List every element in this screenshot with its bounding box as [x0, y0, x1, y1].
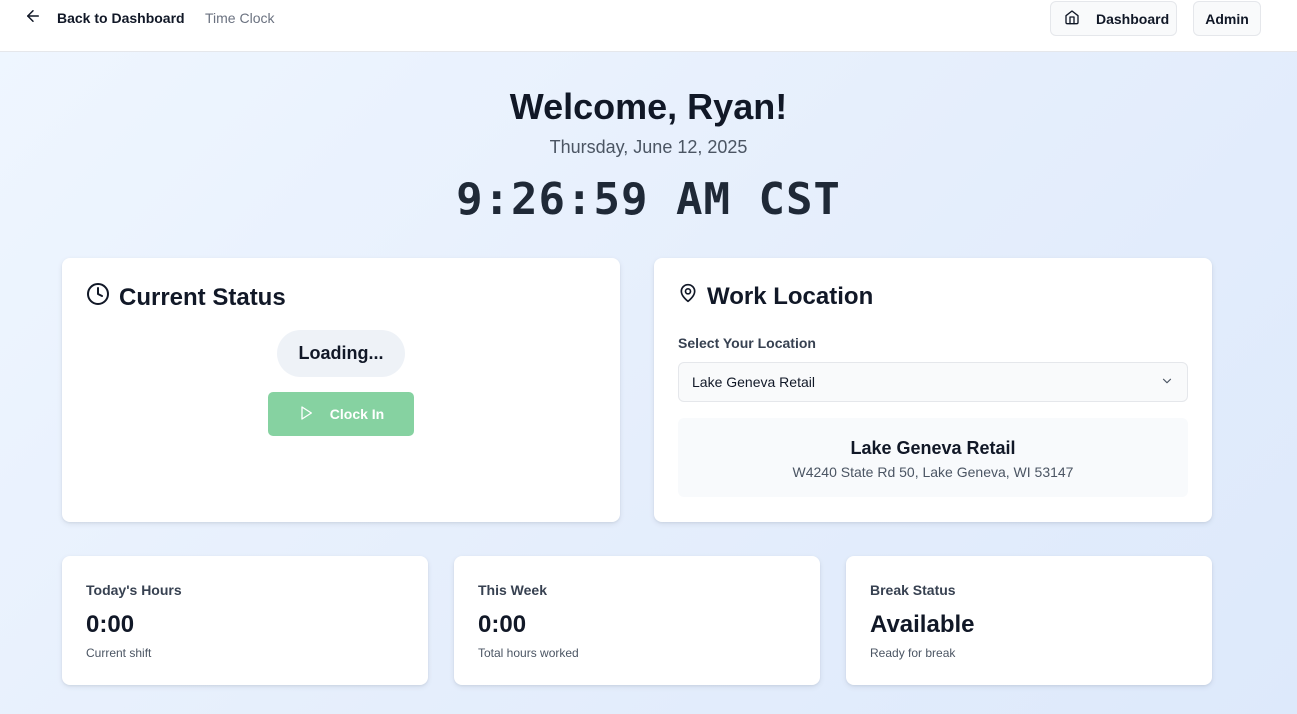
location-select[interactable]: Lake Geneva Retail — [678, 362, 1188, 402]
home-icon — [1064, 9, 1080, 28]
play-icon — [298, 405, 314, 424]
todays-hours-card: Today's Hours 0:00 Current shift — [62, 556, 428, 685]
status-badge: Loading... — [277, 330, 405, 377]
break-status-caption: Ready for break — [870, 646, 956, 660]
map-pin-icon — [678, 282, 698, 311]
dashboard-button[interactable]: Dashboard — [1050, 1, 1177, 36]
location-address: W4240 State Rd 50, Lake Geneva, WI 53147 — [792, 464, 1074, 480]
breadcrumb-time-clock: Time Clock — [205, 10, 275, 26]
this-week-value: 0:00 — [478, 611, 527, 638]
back-to-dashboard-link[interactable]: Back to Dashboard — [24, 4, 185, 32]
location-select-value: Lake Geneva Retail — [692, 374, 815, 390]
clock-in-label: Clock In — [329, 406, 385, 422]
current-date: Thursday, June 12, 2025 — [549, 137, 748, 157]
welcome-heading: Welcome, Ryan! — [509, 86, 788, 127]
this-week-caption: Total hours worked — [478, 646, 579, 660]
break-status-card: Break Status Available Ready for break — [846, 556, 1212, 685]
top-navigation-bar: Back to Dashboard Time Clock Dashboard A… — [0, 0, 1297, 52]
todays-hours-caption: Current shift — [86, 646, 152, 660]
this-week-label: This Week — [478, 582, 547, 598]
location-name: Lake Geneva Retail — [850, 438, 1016, 458]
todays-hours-value: 0:00 — [86, 611, 135, 638]
selected-location-details: Lake Geneva Retail W4240 State Rd 50, La… — [678, 418, 1188, 497]
work-location-card: Work Location Select Your Location Lake … — [654, 258, 1212, 522]
location-select-label: Select Your Location — [678, 335, 816, 351]
arrow-left-icon — [24, 7, 42, 30]
current-status-title-text: Current Status — [119, 283, 286, 311]
admin-button[interactable]: Admin — [1193, 1, 1261, 36]
back-to-dashboard-label: Back to Dashboard — [57, 10, 185, 26]
todays-hours-label: Today's Hours — [86, 582, 182, 598]
break-status-value: Available — [870, 611, 975, 638]
work-location-title: Work Location — [678, 282, 873, 311]
this-week-card: This Week 0:00 Total hours worked — [454, 556, 820, 685]
break-status-label: Break Status — [870, 582, 956, 598]
current-status-card: Current Status Loading... Clock In — [62, 258, 620, 522]
current-status-title: Current Status — [86, 282, 286, 313]
chevron-down-icon — [1160, 374, 1174, 391]
live-clock: 9:26:59 AM CST — [456, 174, 841, 225]
clock-icon — [86, 282, 110, 313]
clock-in-button[interactable]: Clock In — [268, 392, 414, 436]
admin-button-label: Admin — [1205, 10, 1249, 27]
dashboard-button-label: Dashboard — [1096, 10, 1170, 27]
work-location-title-text: Work Location — [707, 282, 874, 310]
